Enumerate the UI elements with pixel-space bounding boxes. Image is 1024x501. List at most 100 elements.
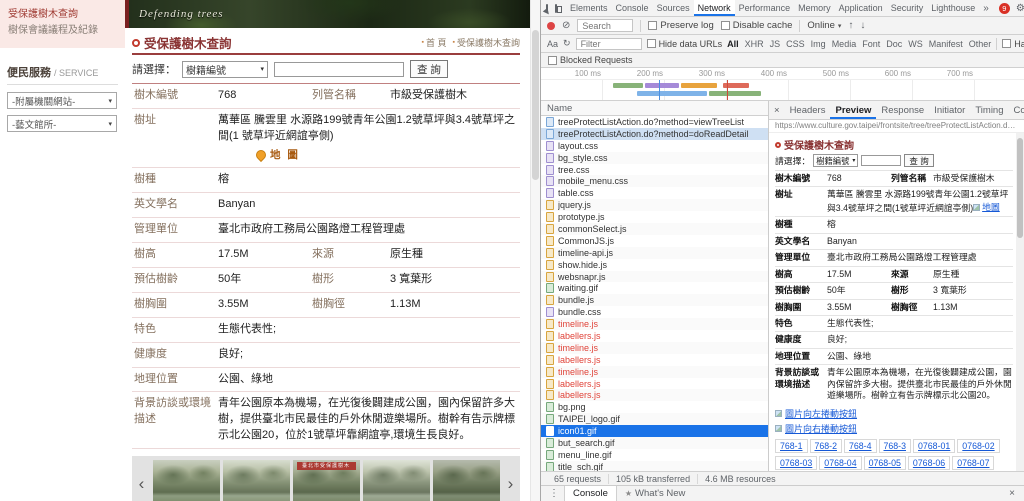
devtools-tab[interactable]: Performance <box>735 0 795 16</box>
devtools-tab[interactable]: Lighthouse <box>927 0 979 16</box>
carousel-prev-button[interactable]: ‹ <box>135 475 148 492</box>
drawer-tab[interactable]: ★ What's New <box>617 486 694 501</box>
request-row[interactable]: timeline.js <box>541 365 768 378</box>
sidebar-menu-link[interactable]: 樹保會議議程及紀錄 <box>8 23 117 39</box>
resource-type-chip[interactable]: CSS <box>786 39 805 49</box>
photo-link[interactable]: 0768-03 <box>775 455 818 470</box>
map-link[interactable]: 地圖 <box>973 202 1000 213</box>
carousel-photo[interactable] <box>362 460 430 501</box>
network-search-input[interactable] <box>577 19 634 32</box>
preview-scrollbar[interactable] <box>1016 133 1024 471</box>
request-row[interactable]: tree.css <box>541 164 768 176</box>
service-dropdown[interactable]: -藝文館所- ▾ <box>7 115 117 132</box>
search-type-select[interactable]: 樹籍編號 ▾ <box>182 60 268 78</box>
devtools-tab[interactable]: Elements <box>566 0 612 16</box>
detail-tab[interactable]: Initiator <box>929 101 970 119</box>
request-row[interactable]: TAIPEI_logo.gif <box>541 413 768 426</box>
name-column-header[interactable]: Name <box>541 101 768 116</box>
preview-search-button[interactable]: 查 詢 <box>904 154 934 167</box>
request-row[interactable]: bg.png <box>541 401 768 413</box>
request-row[interactable]: menu_line.gif <box>541 449 768 461</box>
request-row[interactable]: bundle.js <box>541 294 768 307</box>
photo-link[interactable]: 768-2 <box>809 438 842 453</box>
scroll-right-link[interactable]: 圖片向右捲動按鈕 <box>775 422 1013 435</box>
resource-type-chip[interactable]: WS <box>908 39 923 49</box>
resource-type-chip[interactable]: XHR <box>745 39 764 49</box>
carousel-next-button[interactable]: › <box>504 475 517 492</box>
detail-tab[interactable]: Preview <box>830 101 876 119</box>
request-row[interactable]: prototype.js <box>541 211 768 223</box>
request-row[interactable]: commonSelect.js <box>541 223 768 235</box>
drawer-tab[interactable]: Console <box>564 486 617 501</box>
resource-type-chip[interactable]: Img <box>811 39 826 49</box>
sidebar-menu-link[interactable]: 受保護樹木查詢 <box>8 7 117 23</box>
resource-type-chip[interactable]: Doc <box>886 39 902 49</box>
resource-type-chip[interactable]: JS <box>770 39 781 49</box>
request-row[interactable]: bg_style.css <box>541 151 768 164</box>
resource-type-chip[interactable]: Media <box>832 39 857 49</box>
scrollbar-thumb[interactable] <box>532 30 539 180</box>
photo-link[interactable]: 0768-04 <box>819 455 862 470</box>
request-row[interactable]: CommonJS.js <box>541 235 768 247</box>
breadcrumb-item[interactable]: ▪ 受保護樹木查詢 <box>453 36 521 49</box>
resource-type-chip[interactable]: Manifest <box>929 39 963 49</box>
request-row[interactable]: labellers.js <box>541 378 768 390</box>
request-row[interactable]: treeProtectListAction.do?method=doReadDe… <box>541 127 768 140</box>
carousel-photo[interactable] <box>152 460 220 501</box>
service-dropdown[interactable]: -附屬機關網站- ▾ <box>7 92 117 109</box>
preview-select[interactable]: 樹籍編號 ▾ <box>813 154 859 167</box>
detail-tab[interactable]: Timing <box>970 101 1008 119</box>
photo-link[interactable]: 0768-07 <box>952 455 995 470</box>
carousel-photo[interactable]: 臺北市受保護樹木 <box>292 460 360 501</box>
clear-icon[interactable]: ⊘ <box>562 20 570 31</box>
photo-link[interactable]: 768-1 <box>775 438 808 453</box>
settings-gear-icon[interactable]: ⚙ <box>1016 3 1024 14</box>
request-row[interactable]: labellers.js <box>541 330 768 342</box>
devtools-tab[interactable]: Console <box>612 0 653 16</box>
close-detail-icon[interactable]: × <box>769 105 785 116</box>
detail-tab[interactable]: Response <box>876 101 929 119</box>
devtools-tab[interactable]: Network <box>693 0 735 16</box>
request-row[interactable]: icon01.gif <box>541 425 768 438</box>
devtools-tab[interactable]: Sources <box>653 0 694 16</box>
request-row[interactable]: table.css <box>541 187 768 199</box>
timeline-waterfall[interactable] <box>541 80 1024 100</box>
request-row[interactable]: waiting.gif <box>541 282 768 294</box>
import-har-icon[interactable]: ↑ <box>848 20 853 31</box>
scrollbar-thumb[interactable] <box>1017 138 1023 238</box>
photo-link[interactable]: 768-4 <box>844 438 877 453</box>
disable-cache-checkbox[interactable]: Disable cache <box>720 20 792 31</box>
request-row[interactable]: layout.css <box>541 140 768 152</box>
map-button[interactable]: 地 圖 <box>253 148 520 163</box>
carousel-photo[interactable] <box>222 460 290 501</box>
devtools-tab[interactable]: Memory <box>794 0 835 16</box>
request-row[interactable]: title_sch.gif <box>541 460 768 471</box>
devtools-tab[interactable]: Application <box>835 0 887 16</box>
photo-link[interactable]: 768-3 <box>878 438 911 453</box>
search-button[interactable]: 查 詢 <box>410 60 448 78</box>
preserve-log-checkbox[interactable]: Preserve log <box>648 20 714 31</box>
device-toolbar-icon[interactable] <box>555 3 562 13</box>
drawer-close-icon[interactable]: × <box>1005 488 1019 499</box>
resource-type-chip[interactable]: Font <box>862 39 880 49</box>
request-row[interactable]: show.hide.js <box>541 259 768 271</box>
has-blocked-cookies-checkbox[interactable]: Has blocked cookies <box>1002 39 1024 49</box>
record-icon[interactable] <box>547 21 555 30</box>
detail-tab[interactable]: Cookies <box>1009 101 1024 119</box>
photo-link[interactable]: 0768-05 <box>863 455 906 470</box>
blocked-requests-checkbox[interactable]: Blocked Requests <box>548 55 633 65</box>
inspect-icon[interactable] <box>546 3 548 13</box>
detail-tab[interactable]: Headers <box>785 101 831 119</box>
devtools-tab[interactable]: Security <box>887 0 928 16</box>
request-row[interactable]: treeProtectListAction.do?method=viewTree… <box>541 116 768 128</box>
match-case-icon[interactable]: Aa <box>547 39 558 49</box>
scroll-left-link[interactable]: 圖片向左捲動按鈕 <box>775 407 1013 420</box>
more-tabs-icon[interactable]: » <box>979 0 993 16</box>
throttling-select[interactable]: Online ▾ <box>807 20 841 31</box>
request-row[interactable]: mobile_menu.css <box>541 175 768 188</box>
request-row[interactable]: jquery.js <box>541 199 768 212</box>
request-row[interactable]: timeline-api.js <box>541 246 768 259</box>
photo-link[interactable]: 0768-06 <box>907 455 951 470</box>
export-har-icon[interactable]: ↓ <box>860 20 865 31</box>
carousel-photo[interactable] <box>432 460 500 501</box>
